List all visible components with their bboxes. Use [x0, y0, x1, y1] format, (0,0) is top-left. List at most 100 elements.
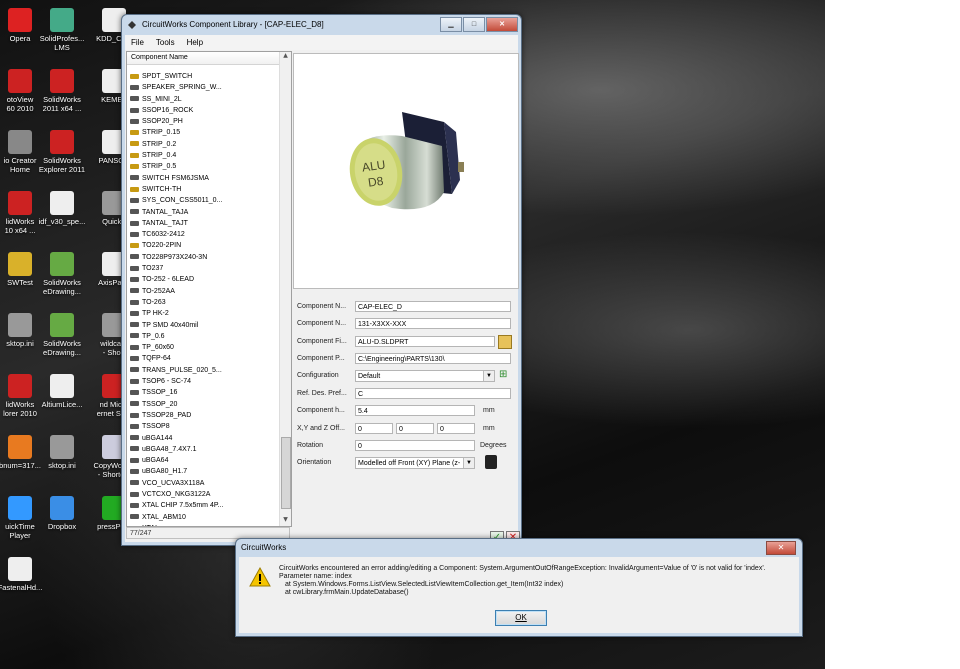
list-item[interactable]: TP SMD 40x40mil	[127, 320, 277, 331]
desktop-shortcut-icon	[8, 252, 32, 276]
component-icon	[130, 107, 139, 113]
menu-help[interactable]: Help	[181, 38, 209, 47]
component-icon	[130, 175, 139, 181]
component-list[interactable]: Component Name SPDT_SWITCH SPEAKER_SPRING…	[126, 51, 292, 527]
list-item[interactable]: TP HK-2	[127, 308, 277, 319]
list-item[interactable]: SWITCH FSM6JSMA	[127, 173, 277, 184]
list-header-component-name[interactable]: Component Name	[127, 52, 279, 65]
list-item[interactable]: TRANS_PULSE_020_5...	[127, 365, 277, 376]
capacitor-3d-model: ALU D8	[349, 112, 464, 210]
dialog-ok-button[interactable]: OK	[495, 610, 547, 626]
list-item[interactable]: XTAL_ABM10	[127, 512, 277, 523]
list-item[interactable]: SYS_CON_CSS5011_0...	[127, 195, 277, 206]
desktop-shortcut-icon	[50, 130, 74, 154]
list-item[interactable]: SSOP20_PH	[127, 116, 277, 127]
desktop-icon-label: FastenalHd...	[0, 583, 43, 592]
desktop-shortcut-icon	[8, 130, 32, 154]
list-item[interactable]: TSOP6 - SC-74	[127, 376, 277, 387]
maximize-button[interactable]: □	[463, 17, 485, 32]
configuration-label: Configuration	[297, 372, 339, 379]
error-line-2: Parameter name: index	[279, 573, 352, 580]
list-item[interactable]: TP_0.6	[127, 331, 277, 342]
list-item[interactable]: TANTAL_TAJT	[127, 218, 277, 229]
list-item-label: uBGA64	[142, 457, 169, 465]
list-item[interactable]: STRIP_0.2	[127, 139, 277, 150]
component-file-field[interactable]: ALU-D.SLDPRT	[355, 336, 495, 347]
component-path-field[interactable]: C:\Engineering\PARTS\130\	[355, 353, 511, 364]
menu-file[interactable]: File	[125, 38, 150, 47]
list-item[interactable]: VCO_UCVA3X118A	[127, 478, 277, 489]
list-item[interactable]: uBGA80_H1.7	[127, 466, 277, 477]
component-name-field[interactable]: CAP-ELEC_D	[355, 301, 511, 312]
list-item[interactable]: TO228P973X240-3N	[127, 252, 277, 263]
offset-x-field[interactable]: 0	[355, 423, 393, 434]
component-height-field[interactable]: 5.4	[355, 405, 475, 416]
list-item[interactable]: STRIP_0.15	[127, 127, 277, 138]
scroll-up-icon[interactable]: ▲	[280, 52, 291, 62]
list-item[interactable]: TO237	[127, 263, 277, 274]
configuration-select[interactable]: Default ▼	[355, 370, 495, 382]
chevron-down-icon: ▼	[483, 371, 494, 381]
list-item[interactable]: TSSOP_20	[127, 399, 277, 410]
orientation-label: Orientation	[297, 459, 332, 466]
rotation-field[interactable]: 0	[355, 440, 475, 451]
component-height-label: Component h...	[297, 407, 345, 414]
list-item[interactable]: SWITCH-TH	[127, 184, 277, 195]
component-icon	[130, 367, 139, 373]
list-item[interactable]: TO-252AA	[127, 286, 277, 297]
configuration-tree-icon[interactable]: ⊞	[499, 369, 510, 381]
desktop-shortcut-icon	[50, 69, 74, 93]
list-item-label: uBGA144	[142, 434, 173, 442]
desktop-shortcut-icon	[50, 8, 74, 32]
list-item[interactable]: TC6032-2412	[127, 229, 277, 240]
list-item[interactable]: TO-263	[127, 297, 277, 308]
orientation-select[interactable]: Modelled off Front (XY) Plane (z- ▼	[355, 457, 475, 469]
component-number-field[interactable]: 131-X3XX-XXX	[355, 318, 511, 329]
list-item[interactable]: TO-252 - 6LEAD	[127, 274, 277, 285]
list-item[interactable]: STRIP_0.5	[127, 161, 277, 172]
offset-z-field[interactable]: 0	[437, 423, 475, 434]
menu-tools[interactable]: Tools	[150, 38, 181, 47]
list-item[interactable]: TSSOP8	[127, 421, 277, 432]
list-scrollbar[interactable]: ▲ ▼	[279, 52, 291, 526]
list-item[interactable]: TSSOP28_PAD	[127, 410, 277, 421]
list-item[interactable]: VCTCXO_NKG3122A	[127, 489, 277, 500]
scroll-down-icon[interactable]: ▼	[280, 516, 291, 526]
scroll-thumb[interactable]	[281, 437, 291, 509]
component-icon	[130, 96, 139, 102]
list-item[interactable]: SS_MINI_2L	[127, 94, 277, 105]
window-titlebar[interactable]: CircuitWorks Component Library - [CAP-EL…	[122, 15, 521, 35]
list-item[interactable]: STRIP_0.4	[127, 150, 277, 161]
list-item[interactable]: TO220-2PIN	[127, 240, 277, 251]
list-item[interactable]: uBGA64	[127, 455, 277, 466]
list-item-label: STRIP_0.5	[142, 163, 177, 171]
ref-des-prefix-field[interactable]: C	[355, 388, 511, 399]
list-item[interactable]: TANTAL_TAJA	[127, 207, 277, 218]
component-file-label: Component Fi...	[297, 338, 347, 345]
list-item[interactable]: TQFP-64	[127, 353, 277, 364]
close-button[interactable]: ✕	[486, 17, 518, 32]
desktop-icon[interactable]: FastenalHd...	[0, 557, 52, 592]
dialog-title[interactable]: CircuitWorks	[236, 539, 802, 557]
list-item[interactable]: uBGA48_7.4X7.1	[127, 444, 277, 455]
offset-unit: mm	[483, 425, 495, 432]
list-item[interactable]: SSOP16_ROCK	[127, 105, 277, 116]
folder-icon[interactable]	[498, 335, 512, 349]
desktop-shortcut-icon	[50, 252, 74, 276]
component-icon	[130, 243, 139, 249]
list-item[interactable]: XTAL CHIP 7.5x5mm 4P...	[127, 500, 277, 511]
dialog-close-button[interactable]: ✕	[766, 541, 796, 555]
list-item[interactable]: SPEAKER_SPRING_W...	[127, 82, 277, 93]
list-item[interactable]: SPDT_SWITCH	[127, 71, 277, 82]
component-icon	[130, 469, 139, 475]
list-item[interactable]: TSSOP_16	[127, 387, 277, 398]
component-preview[interactable]: ALU D8	[293, 53, 519, 289]
desktop-shortcut-icon	[8, 313, 32, 337]
list-item[interactable]: uBGA144	[127, 433, 277, 444]
list-item[interactable]: TP_60x60	[127, 342, 277, 353]
list-item-label: TANTAL_TAJA	[142, 208, 189, 216]
desktop-shortcut-icon	[50, 313, 74, 337]
list-item-label: XTAL CHIP 7.5x5mm 4P...	[142, 502, 224, 510]
offset-y-field[interactable]: 0	[396, 423, 434, 434]
minimize-button[interactable]: ▁	[440, 17, 462, 32]
